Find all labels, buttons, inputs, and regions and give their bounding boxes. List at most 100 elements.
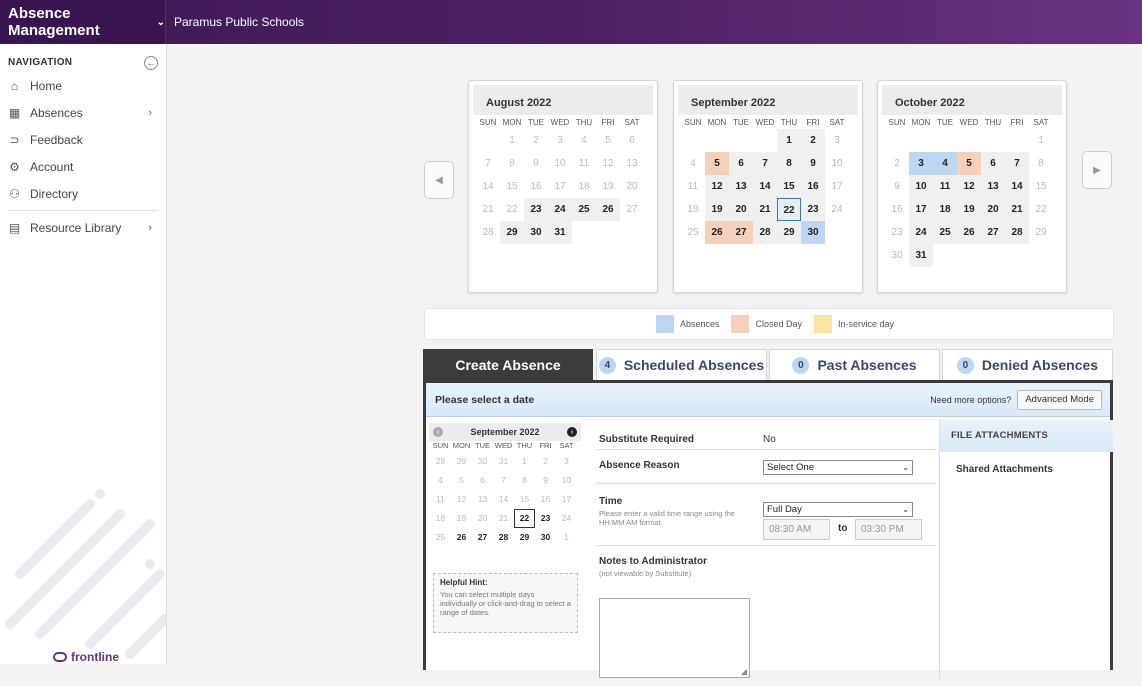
calendar-day[interactable]: 9	[801, 152, 825, 175]
mini-next-month-icon[interactable]: ›	[566, 427, 577, 437]
calendar-day[interactable]: 14	[476, 175, 500, 198]
calendar-day[interactable]: 12	[596, 152, 620, 175]
calendar-day[interactable]: 3	[909, 152, 933, 175]
calendar-day[interactable]: 28	[476, 221, 500, 244]
calendar-day[interactable]: 10	[909, 175, 933, 198]
calendar-day[interactable]: 7	[476, 152, 500, 175]
calendar-day[interactable]: 16	[885, 198, 909, 221]
mini-calendar-day[interactable]: 5	[451, 471, 472, 490]
mini-calendar-day[interactable]: 1	[514, 452, 535, 471]
calendar-day[interactable]: 29	[500, 221, 524, 244]
calendar-day[interactable]: 16	[524, 175, 548, 198]
calendar-day[interactable]: 3	[548, 129, 572, 152]
start-time-input[interactable]: 08:30 AM	[763, 519, 830, 540]
calendar-day[interactable]: 24	[825, 198, 849, 221]
calendar-day[interactable]: 8	[1029, 152, 1053, 175]
calendar-day[interactable]: 26	[705, 221, 729, 244]
mini-calendar-day[interactable]: 29	[514, 528, 535, 547]
mini-prev-month-icon[interactable]: ‹	[433, 427, 443, 437]
calendar-day[interactable]: 31	[548, 221, 572, 244]
calendar-day[interactable]: 25	[681, 221, 705, 244]
mini-calendar-day[interactable]: 14	[493, 490, 514, 509]
calendar-day[interactable]: 10	[825, 152, 849, 175]
tab-create-absence[interactable]: Create Absence	[423, 349, 593, 380]
calendar-day[interactable]: 1	[1029, 129, 1053, 152]
mini-calendar-day[interactable]: 26	[451, 528, 472, 547]
calendar-day[interactable]: 2	[801, 129, 825, 152]
calendar-day[interactable]: 18	[681, 198, 705, 221]
shared-attachments-link[interactable]: Shared Attachments	[940, 452, 1113, 475]
prev-month-button[interactable]: ◀	[424, 161, 454, 199]
calendar-day[interactable]: 4	[681, 152, 705, 175]
calendar-day[interactable]: 8	[500, 152, 524, 175]
calendar-day[interactable]: 19	[957, 198, 981, 221]
sidebar-item-directory[interactable]: ⚇ Directory	[0, 180, 166, 207]
mini-calendar-day[interactable]: 15	[514, 490, 535, 509]
calendar-day[interactable]: 15	[500, 175, 524, 198]
calendar-day[interactable]: 6	[620, 129, 644, 152]
calendar-day[interactable]: 23	[885, 221, 909, 244]
mini-calendar-day[interactable]: 30	[535, 528, 556, 547]
calendar-day[interactable]: 29	[1029, 221, 1053, 244]
calendar-day[interactable]: 7	[1005, 152, 1029, 175]
calendar-day[interactable]: 11	[572, 152, 596, 175]
calendar-day[interactable]: 28	[753, 221, 777, 244]
calendar-day[interactable]: 13	[729, 175, 753, 198]
mini-calendar-day[interactable]: 12	[451, 490, 472, 509]
mini-calendar-day[interactable]: 20	[472, 509, 493, 528]
calendar-day[interactable]: 3	[825, 129, 849, 152]
calendar-day[interactable]: 17	[825, 175, 849, 198]
mini-calendar-day[interactable]: 13	[472, 490, 493, 509]
calendar-day[interactable]: 16	[801, 175, 825, 198]
calendar-day[interactable]: 22	[500, 198, 524, 221]
calendar-day[interactable]: 11	[933, 175, 957, 198]
calendar-day[interactable]: 19	[596, 175, 620, 198]
calendar-day[interactable]: 26	[596, 198, 620, 221]
sidebar-item-home[interactable]: ⌂ Home	[0, 72, 166, 99]
calendar-day[interactable]: 6	[981, 152, 1005, 175]
tab-past-absences[interactable]: 0 Past Absences	[769, 349, 940, 380]
calendar-day[interactable]: 27	[981, 221, 1005, 244]
calendar-day[interactable]: 2	[524, 129, 548, 152]
sidebar-item-resource-library[interactable]: ▤ Resource Library ›	[0, 214, 166, 241]
mini-calendar-day[interactable]: 19	[451, 509, 472, 528]
mini-calendar-day[interactable]: 22	[514, 509, 535, 528]
calendar-day[interactable]: 8	[777, 152, 801, 175]
mini-calendar-day[interactable]: 9	[535, 471, 556, 490]
mini-calendar-day[interactable]: 4	[430, 471, 451, 490]
calendar-day[interactable]: 29	[777, 221, 801, 244]
calendar-day[interactable]: 19	[705, 198, 729, 221]
calendar-day[interactable]: 12	[957, 175, 981, 198]
calendar-day[interactable]: 7	[753, 152, 777, 175]
calendar-day[interactable]: 15	[1029, 175, 1053, 198]
calendar-day[interactable]: 21	[1005, 198, 1029, 221]
mini-calendar-day[interactable]: 17	[556, 490, 577, 509]
mini-calendar-day[interactable]: 27	[472, 528, 493, 547]
calendar-day[interactable]: 13	[620, 152, 644, 175]
mini-calendar-day[interactable]: 23	[535, 509, 556, 528]
calendar-day[interactable]: 1	[777, 129, 801, 152]
calendar-day[interactable]: 30	[801, 221, 825, 244]
app-menu-button[interactable]: Absence Management ⌄	[0, 0, 166, 44]
sidebar-item-account[interactable]: ⚙ Account	[0, 153, 166, 180]
calendar-day[interactable]: 14	[1005, 175, 1029, 198]
calendar-day[interactable]: 21	[476, 198, 500, 221]
calendar-day[interactable]: 26	[957, 221, 981, 244]
calendar-day[interactable]: 6	[729, 152, 753, 175]
mini-calendar-day[interactable]: 25	[430, 528, 451, 547]
calendar-day[interactable]: 22	[1029, 198, 1053, 221]
calendar-day[interactable]: 20	[620, 175, 644, 198]
calendar-day[interactable]: 12	[705, 175, 729, 198]
mini-calendar-day[interactable]: 29	[451, 452, 472, 471]
calendar-day[interactable]: 24	[548, 198, 572, 221]
calendar-day[interactable]: 17	[909, 198, 933, 221]
calendar-day[interactable]: 22	[777, 198, 801, 221]
calendar-day[interactable]: 9	[524, 152, 548, 175]
calendar-day[interactable]: 21	[753, 198, 777, 221]
mini-calendar-day[interactable]: 30	[472, 452, 493, 471]
end-time-input[interactable]: 03:30 PM	[855, 519, 922, 540]
calendar-day[interactable]: 30	[885, 244, 909, 267]
mini-calendar-day[interactable]: 7	[493, 471, 514, 490]
calendar-day[interactable]: 25	[572, 198, 596, 221]
tab-denied-absences[interactable]: 0 Denied Absences	[942, 349, 1113, 380]
